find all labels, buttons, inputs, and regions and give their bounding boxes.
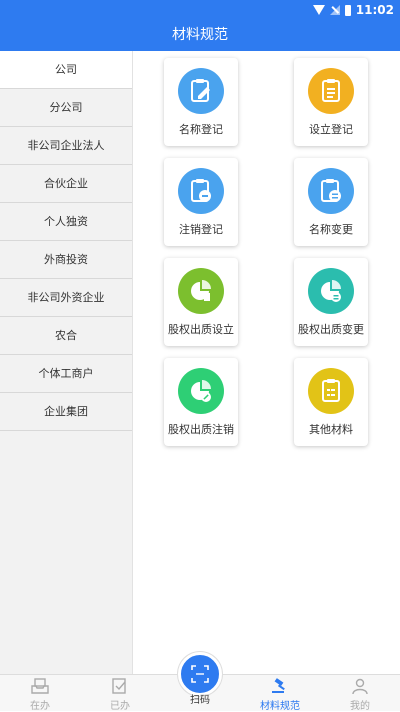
gavel-icon <box>271 678 289 698</box>
pie-chart-cancel-icon <box>178 368 224 414</box>
tile-label: 股权出质变更 <box>298 323 364 336</box>
tile-label: 股权出质注销 <box>168 423 234 436</box>
tab-label: 我的 <box>350 701 370 712</box>
category-sidebar: 公司 分公司 非公司企业法人 合伙企业 个人独资 外商投资 非公司外资企业 农合… <box>0 51 133 674</box>
tile-label: 注销登记 <box>179 223 223 236</box>
clipboard-list-icon <box>308 68 354 114</box>
sidebar-item-enterprise-group[interactable]: 企业集团 <box>0 393 132 431</box>
tile-establishment-registration[interactable]: 设立登记 <box>294 58 368 146</box>
battery-icon <box>344 4 351 16</box>
tile-name-change[interactable]: 名称变更 <box>294 158 368 246</box>
tile-other-materials[interactable]: 其他材料 <box>294 358 368 446</box>
pie-chart-icon <box>178 268 224 314</box>
user-icon <box>351 678 369 698</box>
tile-equity-pledge-establish[interactable]: 股权出质设立 <box>164 258 238 346</box>
sidebar-item-cooperative[interactable]: 农合 <box>0 317 132 355</box>
tab-label: 材料规范 <box>260 701 300 712</box>
tab-in-progress[interactable]: 在办 <box>0 675 80 712</box>
sidebar-item-branch[interactable]: 分公司 <box>0 89 132 127</box>
tab-label: 已办 <box>110 701 130 712</box>
clipboard-other-icon <box>308 368 354 414</box>
sidebar-item-partnership[interactable]: 合伙企业 <box>0 165 132 203</box>
status-time: 11:02 <box>355 3 394 17</box>
status-icons: 11:02 <box>312 2 394 18</box>
tile-name-registration[interactable]: 名称登记 <box>164 58 238 146</box>
scan-button[interactable] <box>178 652 222 696</box>
sidebar-item-non-company-foreign[interactable]: 非公司外资企业 <box>0 279 132 317</box>
tile-label: 设立登记 <box>309 123 353 136</box>
tile-equity-pledge-cancel[interactable]: 股权出质注销 <box>164 358 238 446</box>
tab-completed[interactable]: 已办 <box>80 675 160 712</box>
sidebar-item-company[interactable]: 公司 <box>0 51 132 89</box>
scan-icon <box>191 665 209 687</box>
wifi-icon <box>312 5 325 15</box>
tile-label: 名称登记 <box>179 123 223 136</box>
no-signal-icon <box>329 5 340 15</box>
sidebar-item-individual-business[interactable]: 个体工商户 <box>0 355 132 393</box>
clipboard-cancel-icon <box>178 168 224 214</box>
tab-label: 在办 <box>30 701 50 712</box>
page-title: 材料规范 <box>0 20 400 51</box>
tab-materials-spec[interactable]: 材料规范 <box>240 675 320 712</box>
tile-cancellation-registration[interactable]: 注销登记 <box>164 158 238 246</box>
inbox-icon <box>31 678 49 698</box>
clipboard-change-icon <box>308 168 354 214</box>
sidebar-item-non-company-legal-person[interactable]: 非公司企业法人 <box>0 127 132 165</box>
pie-chart-change-icon <box>308 268 354 314</box>
scan-label: 扫码 <box>190 695 210 706</box>
clipboard-edit-icon <box>178 68 224 114</box>
sidebar-item-sole-proprietorship[interactable]: 个人独资 <box>0 203 132 241</box>
tile-label: 名称变更 <box>309 223 353 236</box>
tile-equity-pledge-change[interactable]: 股权出质变更 <box>294 258 368 346</box>
status-bar: 11:02 <box>0 0 400 20</box>
sidebar-item-foreign-investment[interactable]: 外商投资 <box>0 241 132 279</box>
tile-label: 股权出质设立 <box>168 323 234 336</box>
done-list-icon <box>111 678 129 698</box>
tile-label: 其他材料 <box>309 423 353 436</box>
tab-mine[interactable]: 我的 <box>320 675 400 712</box>
